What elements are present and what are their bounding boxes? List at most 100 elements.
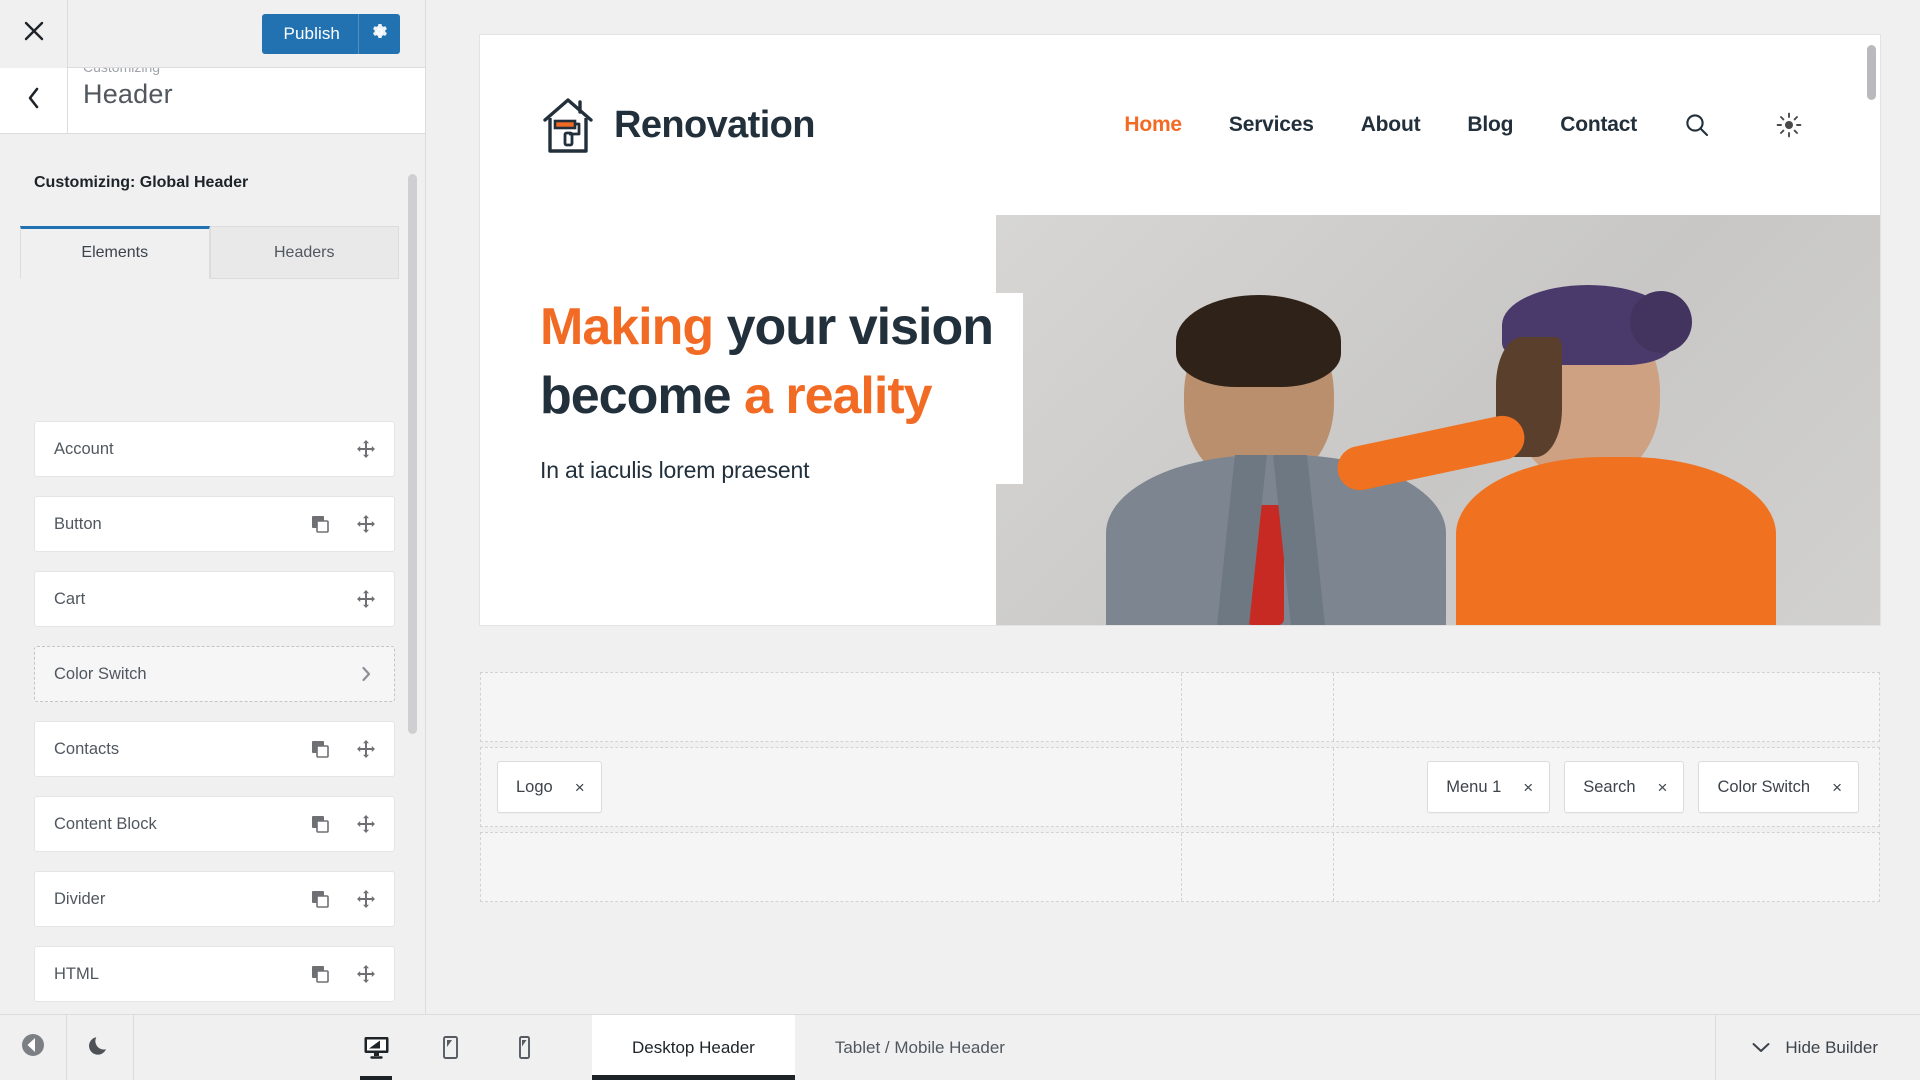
element-item-color-switch[interactable]: Color Switch [34, 646, 395, 702]
search-icon[interactable] [1684, 112, 1710, 138]
house-paint-roller-logo-icon [540, 94, 596, 156]
duplicate-icon[interactable] [310, 814, 330, 834]
duplicate-icon[interactable] [310, 964, 330, 984]
publish-label: Publish [283, 23, 340, 43]
close-icon [23, 20, 45, 47]
site-logo[interactable]: Renovation [540, 94, 816, 156]
moon-icon [87, 1032, 113, 1063]
nav-item-services[interactable]: Services [1229, 113, 1314, 137]
tab-headers[interactable]: Headers [209, 226, 399, 279]
tablet-icon[interactable] [428, 1015, 472, 1080]
customizer-title-block: Customizing Header [68, 68, 173, 133]
page-title: Header [83, 78, 173, 109]
builder-zone-main-right[interactable]: Menu 1 × Search × Color Switch × [1334, 748, 1879, 826]
element-actions [356, 439, 376, 459]
hide-builder-button[interactable]: Hide Builder [1715, 1015, 1920, 1080]
move-icon[interactable] [356, 964, 376, 984]
move-icon[interactable] [356, 739, 376, 759]
builder-zone-bottom-left[interactable] [481, 833, 1181, 901]
element-actions [356, 589, 376, 609]
element-label: Color Switch [54, 664, 147, 683]
builder-chip-menu-1[interactable]: Menu 1 × [1427, 761, 1551, 813]
hero-text-block: Making your vision become a reality In a… [540, 293, 1023, 485]
chevron-left-icon [25, 86, 42, 115]
panel-tabs: Elements Headers [20, 226, 425, 279]
move-icon[interactable] [356, 589, 376, 609]
builder-zone-main-left[interactable]: Logo × [481, 748, 1181, 826]
customizer-body: Customizing: Global Header Elements Head… [0, 134, 425, 1080]
element-actions [310, 514, 376, 534]
builder-zone-bottom-center[interactable] [1181, 833, 1334, 901]
site-preview-frame: Renovation Home Services About Blog Cont… [480, 35, 1880, 625]
sun-brightness-icon[interactable] [1776, 112, 1802, 138]
move-icon[interactable] [356, 814, 376, 834]
header-type-tabs: Desktop Header Tablet / Mobile Header [592, 1015, 1045, 1080]
publish-button[interactable]: Publish [261, 13, 400, 54]
elements-list: Account Button Cart Color Switch Contact… [0, 396, 425, 1080]
mobile-icon[interactable] [502, 1015, 546, 1080]
chevron-down-icon [1752, 1038, 1770, 1058]
builder-zone-top-left[interactable] [481, 673, 1181, 741]
builder-chip-logo[interactable]: Logo × [497, 761, 602, 813]
move-icon[interactable] [356, 889, 376, 909]
close-customizer-button[interactable] [0, 0, 68, 68]
remove-icon[interactable]: × [1523, 779, 1533, 796]
duplicate-icon[interactable] [310, 514, 330, 534]
element-label: Divider [54, 889, 106, 908]
duplicate-icon[interactable] [310, 889, 330, 909]
customizer-header: Customizing Header [0, 68, 425, 134]
collapse-sidebar-button[interactable] [0, 1015, 67, 1080]
chip-label: Logo [516, 777, 553, 796]
chevron-right-icon[interactable] [356, 664, 376, 684]
back-circle-icon [20, 1032, 46, 1063]
element-actions [310, 739, 376, 759]
builder-zone-top-right[interactable] [1334, 673, 1879, 741]
nav-item-about[interactable]: About [1361, 113, 1421, 137]
element-actions [310, 889, 376, 909]
element-item-contacts[interactable]: Contacts [34, 721, 395, 777]
nav-item-blog[interactable]: Blog [1467, 113, 1513, 137]
tab-elements[interactable]: Elements [20, 226, 210, 279]
builder-chip-color-switch[interactable]: Color Switch × [1698, 761, 1859, 813]
remove-icon[interactable]: × [575, 779, 585, 796]
element-item-account[interactable]: Account [34, 421, 395, 477]
site-nav: Home Services About Blog Contact [1124, 112, 1802, 138]
builder-row-main[interactable]: Logo × Menu 1 × Search × Color Switch × [480, 747, 1880, 827]
logo-text: Renovation [614, 103, 816, 146]
element-item-html[interactable]: HTML [34, 946, 395, 1002]
dark-mode-toggle[interactable] [67, 1015, 134, 1080]
element-item-content-block[interactable]: Content Block [34, 796, 395, 852]
builder-zone-top-center[interactable] [1181, 673, 1334, 741]
remove-icon[interactable]: × [1832, 779, 1842, 796]
element-item-divider[interactable]: Divider [34, 871, 395, 927]
element-item-cart[interactable]: Cart [34, 571, 395, 627]
element-label: Contacts [54, 739, 120, 758]
tab-desktop-header[interactable]: Desktop Header [592, 1015, 795, 1080]
element-item-button[interactable]: Button [34, 496, 395, 552]
customizer-topbar: Publish [0, 0, 425, 68]
nav-item-home[interactable]: Home [1124, 113, 1182, 137]
hero-person-right [1333, 285, 1776, 625]
element-label: Account [54, 439, 114, 458]
tab-tablet-mobile-header[interactable]: Tablet / Mobile Header [795, 1015, 1045, 1080]
builder-chip-search[interactable]: Search × [1564, 761, 1685, 813]
hero-image [996, 215, 1880, 625]
builder-row-top[interactable] [480, 672, 1880, 742]
customizer-eyebrow: Customizing [83, 68, 173, 76]
move-icon[interactable] [356, 514, 376, 534]
builder-row-bottom[interactable] [480, 832, 1880, 902]
preview-area: Renovation Home Services About Blog Cont… [426, 0, 1920, 1080]
element-label: Content Block [54, 814, 157, 833]
desktop-icon[interactable] [354, 1015, 398, 1080]
hero-headline-accent-1: Making [540, 298, 714, 356]
back-button[interactable] [0, 68, 68, 133]
nav-item-contact[interactable]: Contact [1560, 113, 1637, 137]
builder-zone-main-center[interactable] [1181, 748, 1334, 826]
builder-zone-bottom-right[interactable] [1334, 833, 1879, 901]
publish-settings-button[interactable] [358, 13, 400, 54]
move-icon[interactable] [356, 439, 376, 459]
remove-icon[interactable]: × [1658, 779, 1668, 796]
customizer-scrollbar[interactable] [408, 174, 417, 734]
duplicate-icon[interactable] [310, 739, 330, 759]
element-actions [356, 664, 376, 684]
